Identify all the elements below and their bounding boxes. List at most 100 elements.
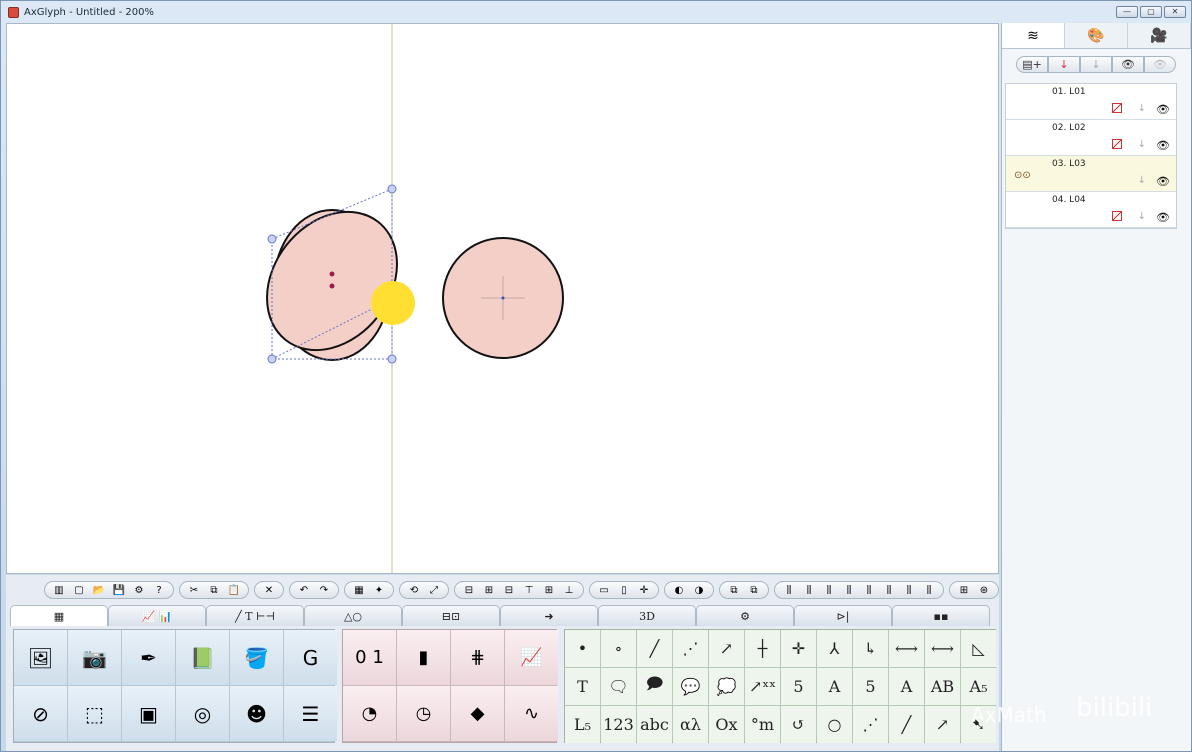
layer-visibility-icon[interactable]: 👁 — [1156, 211, 1170, 224]
toolbar-button[interactable]: 💾 — [109, 582, 129, 598]
shape-tool[interactable]: ⋰ — [673, 630, 708, 667]
category-tab[interactable]: ╱ T ⊢⊣ — [206, 605, 304, 626]
minimize-button[interactable]: — — [1116, 6, 1138, 18]
selection-handle-tl[interactable] — [267, 234, 277, 244]
image-tool[interactable]: 🖼 — [14, 630, 67, 685]
show-all-button[interactable]: 👁 — [1112, 55, 1144, 73]
shape-tool[interactable]: ┼ — [745, 630, 780, 667]
shape-tool[interactable]: Ox — [709, 706, 744, 743]
selection-handle-tr[interactable] — [387, 184, 397, 194]
toolbar-button[interactable]: ⊞ — [539, 582, 559, 598]
layer-visibility-icon[interactable]: 👁 — [1156, 103, 1170, 116]
toolbar-button[interactable]: ⟲ — [404, 582, 424, 598]
category-tab[interactable]: ⊳| — [794, 605, 892, 626]
shape-tool[interactable]: 💬 — [673, 668, 708, 705]
toolbar-button[interactable]: ⫼ — [879, 582, 899, 598]
circle-cut-tool[interactable]: ⊘ — [14, 686, 67, 741]
shape-tool[interactable]: °m — [745, 706, 780, 743]
ring-tool[interactable]: ◎ — [176, 686, 229, 741]
shape-tool[interactable]: ∘ — [601, 630, 636, 667]
move-layer-down-disabled-button[interactable]: ↓ — [1080, 55, 1112, 73]
toolbar-button[interactable]: ⫼ — [859, 582, 879, 598]
toolbar-button[interactable]: ↶ — [294, 582, 314, 598]
g-stamp-tool[interactable]: G — [284, 630, 337, 685]
toolbar-button[interactable]: ⧉ — [744, 582, 764, 598]
category-tab[interactable]: ▦ — [10, 605, 108, 626]
toolbar-button[interactable]: ⫼ — [779, 582, 799, 598]
shape-tool[interactable]: 🗩 — [637, 668, 672, 705]
surface-plot-tool[interactable]: ◆ — [451, 686, 504, 741]
select-region-tool[interactable]: ▣ — [122, 686, 175, 741]
toolbar-button[interactable]: ⊞ — [479, 582, 499, 598]
toolbar-button[interactable]: ⫼ — [899, 582, 919, 598]
pen-nib-tool[interactable]: ✒ — [122, 630, 175, 685]
shape-tool[interactable]: ⋰ — [853, 706, 888, 743]
shape-tool[interactable]: 5 — [781, 668, 816, 705]
shape-tool[interactable]: ↺ — [781, 706, 816, 743]
toolbar-button[interactable]: ⧉ — [724, 582, 744, 598]
list-tree-tool[interactable]: ☰ — [284, 686, 337, 741]
selection-handle-br[interactable] — [387, 354, 397, 364]
toolbar-button[interactable]: ▢ — [69, 582, 89, 598]
selection-handle-bl[interactable] — [267, 354, 277, 364]
shape-tool[interactable]: 🗨 — [601, 668, 636, 705]
shape-tool[interactable]: AB — [925, 668, 960, 705]
shape-tool[interactable]: ↗ˣˣ — [745, 668, 780, 705]
layer-visibility-icon[interactable]: 👁 — [1156, 175, 1170, 188]
toolbar-button[interactable]: ⊞ — [954, 582, 974, 598]
layer-row[interactable]: 03. L03 ⊙⊙ ↓ 👁 — [1006, 156, 1176, 192]
layer-row[interactable]: 04. L04 ↓ 👁 — [1006, 192, 1176, 228]
paint-bucket-tool[interactable]: 🪣 — [230, 630, 283, 685]
toolbar-button[interactable]: ? — [149, 582, 169, 598]
shape-tool[interactable]: ↗ — [709, 630, 744, 667]
shape-tool[interactable]: L₅ — [565, 706, 600, 743]
category-tab[interactable]: △○ — [304, 605, 402, 626]
shape-tool[interactable]: ◺ — [961, 630, 996, 667]
toolbar-button[interactable]: ▭ — [594, 582, 614, 598]
toolbar-button[interactable]: ⚙ — [129, 582, 149, 598]
toolbar-button[interactable]: ⊥ — [559, 582, 579, 598]
toolbar-button[interactable]: ✛ — [634, 582, 654, 598]
toolbar-button[interactable]: ✦ — [369, 582, 389, 598]
shape-tool[interactable]: ╱ — [637, 630, 672, 667]
layer-row[interactable]: 01. L01 ↓ 👁 — [1006, 84, 1176, 120]
category-tab[interactable]: ⚙ — [696, 605, 794, 626]
drawing-surface[interactable] — [7, 24, 998, 573]
toolbar-button[interactable]: ▯ — [614, 582, 634, 598]
toolbar-button[interactable]: ↷ — [314, 582, 334, 598]
shape-tool[interactable]: αλ — [673, 706, 708, 743]
toolbar-button[interactable]: ◑ — [689, 582, 709, 598]
toolbar-button[interactable]: ✕ — [259, 582, 279, 598]
shape-tool[interactable]: A — [817, 668, 852, 705]
toolbar-button[interactable]: ⊛ — [974, 582, 994, 598]
category-tab[interactable]: ⊟⊡ — [402, 605, 500, 626]
shape-tool[interactable]: abc — [637, 706, 672, 743]
tab-animation[interactable]: 🎥 — [1128, 23, 1191, 48]
maximize-button[interactable]: ▢ — [1140, 6, 1162, 18]
screenshot-tool[interactable]: 📷 — [68, 630, 121, 685]
toolbar-button[interactable]: ⫼ — [919, 582, 939, 598]
shape-tool[interactable]: 💭 — [709, 668, 744, 705]
toolbar-button[interactable]: ⫼ — [839, 582, 859, 598]
hide-all-button[interactable]: 👁 — [1144, 55, 1176, 73]
colorbar-tool[interactable]: ▮ — [397, 630, 450, 685]
shape-tool[interactable]: T — [565, 668, 600, 705]
move-layer-down-button[interactable]: ↓ — [1048, 55, 1080, 73]
shape-tool[interactable]: A₅ — [961, 668, 996, 705]
toolbar-button[interactable]: 📂 — [89, 582, 109, 598]
area-chart-tool[interactable]: 📈 — [505, 630, 558, 685]
shape-tool[interactable]: ⅄ — [817, 630, 852, 667]
shape-tool[interactable]: 123 — [601, 706, 636, 743]
shape-tool[interactable]: 5 — [853, 668, 888, 705]
toolbar-button[interactable]: ▥ — [49, 582, 69, 598]
category-tab[interactable]: 📈 📊 — [108, 605, 206, 626]
bounding-box-tool[interactable]: ⬚ — [68, 686, 121, 741]
shape-tool[interactable]: ╱ — [889, 706, 924, 743]
spiral-tool[interactable]: ∿ — [505, 686, 558, 741]
layer-lock-icon[interactable]: ↓ — [1138, 175, 1146, 186]
pie-chart-tool[interactable]: ◔ — [343, 686, 396, 741]
toolbar-button[interactable]: ⊤ — [519, 582, 539, 598]
close-button[interactable]: ✕ — [1164, 6, 1186, 18]
shape-tool[interactable]: • — [565, 630, 600, 667]
toolbar-button[interactable]: ⊟ — [459, 582, 479, 598]
